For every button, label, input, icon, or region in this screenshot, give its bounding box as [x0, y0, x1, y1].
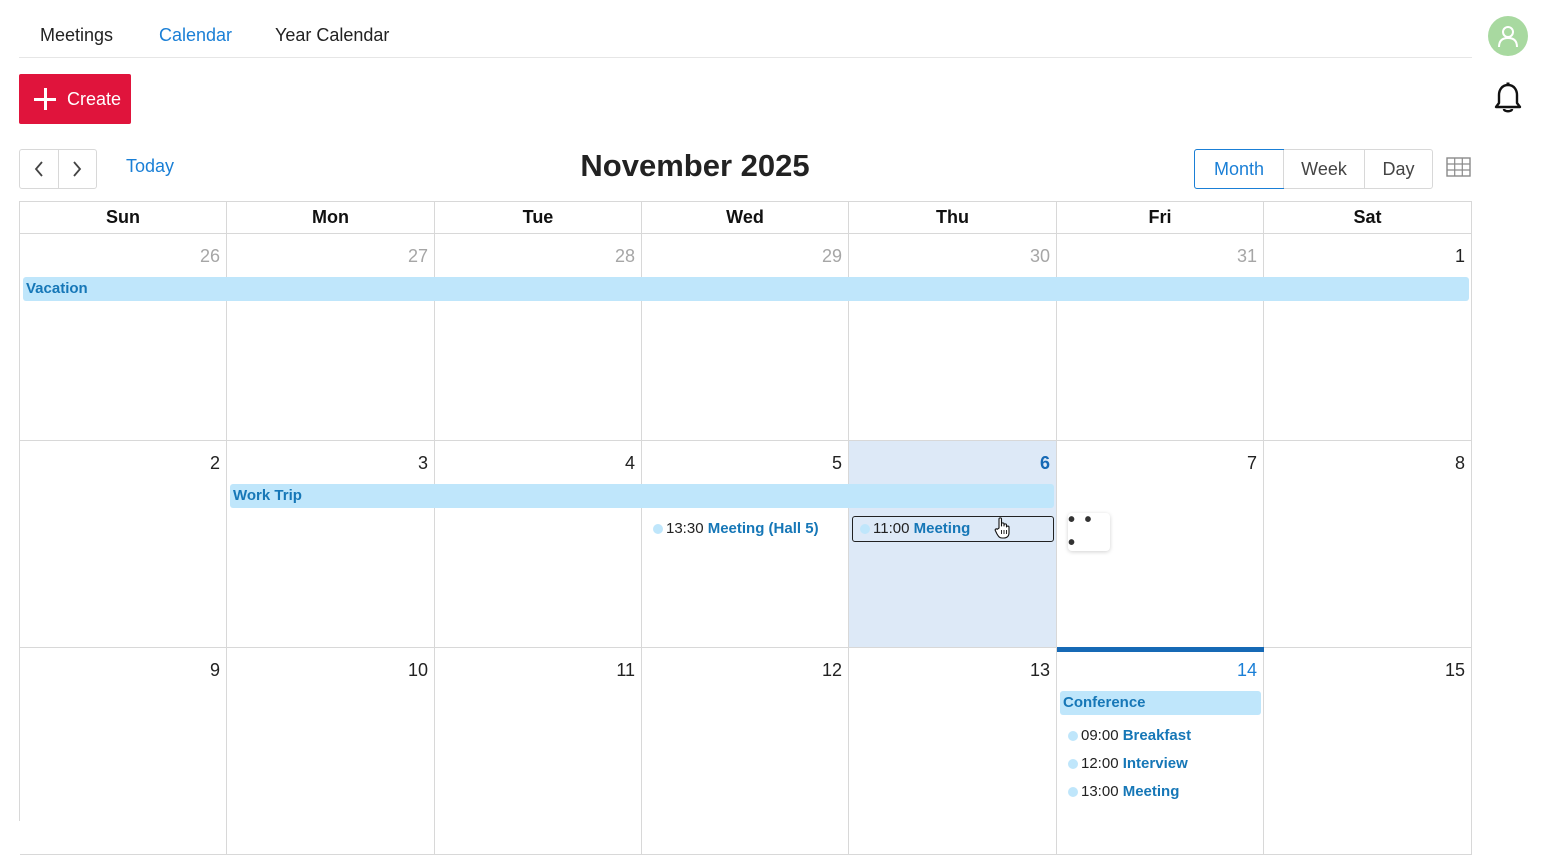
day-cell[interactable]: 6: [849, 441, 1057, 648]
event-title: Meeting: [913, 520, 971, 537]
tab-bar: Meetings Calendar Year Calendar: [19, 14, 1472, 58]
next-button[interactable]: [57, 150, 97, 188]
tab-calendar[interactable]: Calendar: [159, 14, 232, 57]
day-number[interactable]: 29: [822, 246, 842, 267]
day-cell[interactable]: 12: [642, 648, 849, 855]
day-number[interactable]: 31: [1237, 246, 1257, 267]
tab-meetings[interactable]: Meetings: [40, 14, 113, 57]
date-navigation: [19, 149, 97, 189]
day-cell[interactable]: 27: [227, 234, 435, 441]
day-number[interactable]: 13: [1030, 660, 1050, 681]
weekday-header: Wed: [642, 202, 849, 234]
event-time: 13:30: [666, 520, 704, 537]
event-title: Meeting (Hall 5): [707, 520, 819, 537]
event-title: Breakfast: [1122, 727, 1192, 744]
chevron-left-icon: [34, 161, 43, 177]
event-dot-icon: [1068, 787, 1078, 797]
day-cell[interactable]: 4: [435, 441, 642, 648]
day-number[interactable]: 1: [1455, 246, 1465, 267]
all-day-event[interactable]: Work Trip: [230, 484, 1054, 508]
view-switcher: Month Week Day: [1194, 149, 1433, 189]
day-number[interactable]: 5: [832, 453, 842, 474]
page-title: November 2025: [580, 148, 810, 183]
plus-icon: [34, 88, 56, 110]
create-button[interactable]: Create: [19, 74, 131, 124]
user-icon: [1498, 26, 1518, 48]
calendar-event[interactable]: 13:00 Meeting: [1060, 779, 1261, 805]
weekday-header: Thu: [849, 202, 1057, 234]
view-week-button[interactable]: Week: [1283, 150, 1364, 188]
create-label: Create: [67, 88, 122, 109]
weekday-header: Fri: [1057, 202, 1264, 234]
user-avatar[interactable]: [1488, 16, 1528, 56]
event-time: 09:00: [1081, 727, 1119, 744]
table-grid-icon[interactable]: [1446, 157, 1471, 177]
month-grid: Sun Mon Tue Wed Thu Fri Sat 26 27 28 29 30 31 1 Vacati…: [19, 201, 1472, 855]
day-number[interactable]: 3: [418, 453, 428, 474]
day-number[interactable]: 26: [200, 246, 220, 267]
all-day-event[interactable]: Vacation: [23, 277, 1469, 301]
day-number[interactable]: 28: [615, 246, 635, 267]
event-dot-icon: [653, 524, 663, 534]
day-number[interactable]: 6: [1040, 453, 1050, 474]
day-cell[interactable]: 11: [435, 648, 642, 855]
previous-button[interactable]: [20, 150, 58, 188]
day-number[interactable]: 11: [616, 660, 635, 681]
more-events-button[interactable]: • • •: [1068, 509, 1110, 554]
event-time: 11:00: [873, 520, 910, 537]
day-number[interactable]: 27: [408, 246, 428, 267]
calendar-event[interactable]: 13:30 Meeting (Hall 5): [645, 516, 846, 542]
day-cell[interactable]: 1: [1264, 234, 1472, 441]
day-cell[interactable]: 30: [849, 234, 1057, 441]
day-number[interactable]: 8: [1455, 453, 1465, 474]
day-cell[interactable]: 10: [227, 648, 435, 855]
event-time: 13:00: [1081, 783, 1119, 800]
calendar-event[interactable]: 09:00 Breakfast: [1060, 723, 1261, 749]
day-number[interactable]: 2: [210, 453, 220, 474]
weekday-header: Mon: [227, 202, 435, 234]
tab-year-calendar[interactable]: Year Calendar: [275, 14, 389, 57]
day-cell[interactable]: 31: [1057, 234, 1264, 441]
day-cell[interactable]: 5: [642, 441, 849, 648]
day-cell[interactable]: 9: [20, 648, 227, 855]
weekday-header: Sat: [1264, 202, 1472, 234]
day-number[interactable]: 15: [1445, 660, 1465, 681]
view-day-button[interactable]: Day: [1364, 150, 1432, 188]
chevron-right-icon: [73, 161, 82, 177]
weekday-header: Sun: [20, 202, 227, 234]
today-indicator: [1057, 647, 1264, 652]
day-number[interactable]: 12: [822, 660, 842, 681]
event-dot-icon: [1068, 731, 1078, 741]
day-number[interactable]: 4: [625, 453, 635, 474]
day-number[interactable]: 10: [408, 660, 428, 681]
day-cell[interactable]: 3: [227, 441, 435, 648]
hand-cursor-icon: [994, 517, 1010, 539]
view-month-button[interactable]: Month: [1194, 149, 1284, 189]
event-title: Interview: [1122, 755, 1188, 772]
day-cell[interactable]: 29: [642, 234, 849, 441]
event-dot-icon: [1068, 759, 1078, 769]
day-number[interactable]: 30: [1030, 246, 1050, 267]
event-title: Meeting: [1122, 783, 1180, 800]
day-number[interactable]: 14: [1237, 660, 1257, 681]
day-cell[interactable]: 26: [20, 234, 227, 441]
day-cell[interactable]: 8: [1264, 441, 1472, 648]
day-cell[interactable]: 2: [20, 441, 227, 648]
event-dot-icon: [860, 524, 870, 534]
day-number[interactable]: 7: [1247, 453, 1257, 474]
all-day-event[interactable]: Conference: [1060, 691, 1261, 715]
today-button[interactable]: Today: [126, 156, 174, 177]
calendar-event[interactable]: 12:00 Interview: [1060, 751, 1261, 777]
day-number[interactable]: 9: [210, 660, 220, 681]
day-cell[interactable]: 13: [849, 648, 1057, 855]
bell-icon[interactable]: [1494, 82, 1522, 114]
weekday-header: Tue: [435, 202, 642, 234]
calendar-event[interactable]: 11:00 Meeting: [852, 516, 1054, 542]
event-time: 12:00: [1081, 755, 1119, 772]
day-cell[interactable]: 28: [435, 234, 642, 441]
day-cell[interactable]: 15: [1264, 648, 1472, 855]
